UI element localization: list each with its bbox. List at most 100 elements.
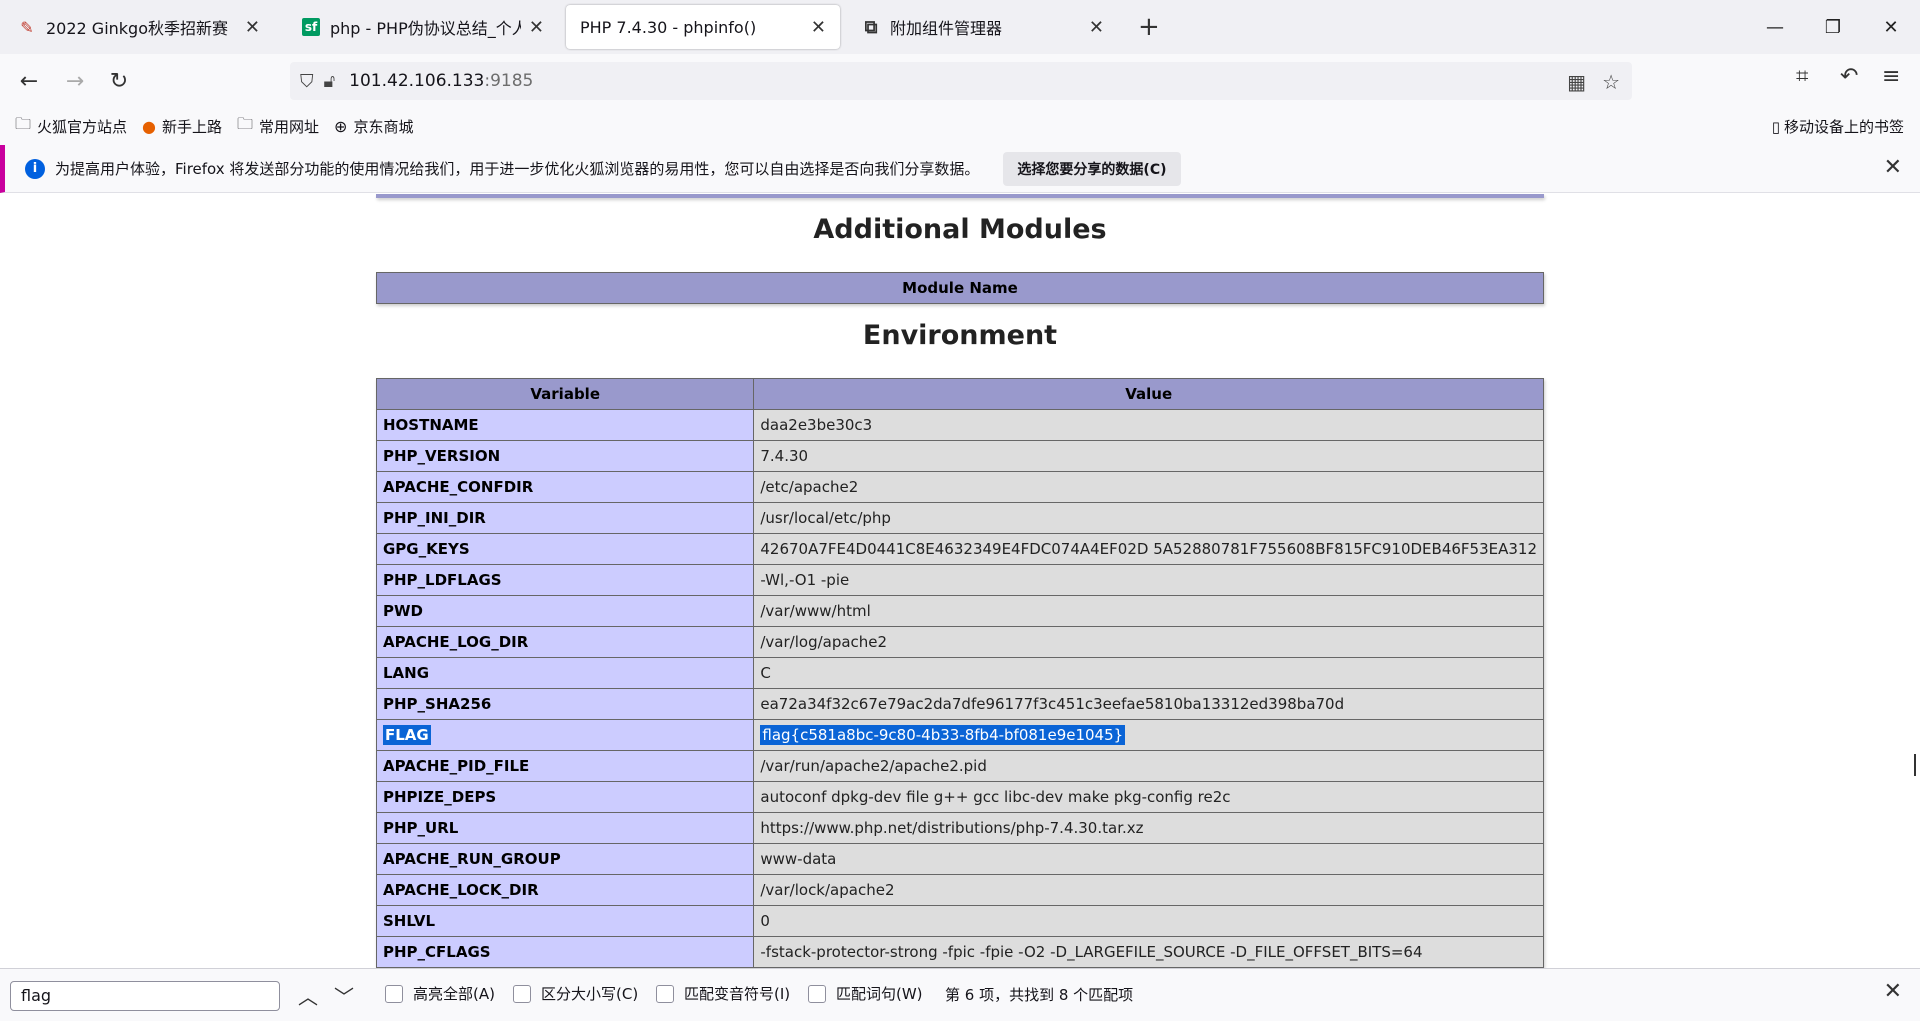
- url-host: 101.42.106.133: [349, 71, 485, 91]
- env-value: daa2e3be30c3: [753, 409, 1544, 441]
- selected-text: FLAG: [383, 725, 431, 745]
- env-variable: APACHE_PID_FILE: [375, 750, 755, 782]
- close-find-bar-icon[interactable]: ✕: [1884, 979, 1902, 1004]
- close-tab-icon[interactable]: ✕: [811, 17, 826, 38]
- close-notification-icon[interactable]: ✕: [1884, 155, 1902, 180]
- environment-table: Variable Value HOSTNAME daa2e3be30c3 PHP_V…: [375, 378, 1544, 968]
- scrollbar-indicator[interactable]: [1914, 754, 1916, 776]
- env-row: HOSTNAME daa2e3be30c3: [375, 409, 1544, 441]
- tab-title: 附加组件管理器: [890, 19, 1003, 38]
- env-value: /var/run/apache2/apache2.pid: [753, 750, 1544, 782]
- tab-php-article[interactable]: sf php - PHP伪协议总结_个人文章 ✕: [288, 5, 558, 49]
- env-variable: PHP_INI_DIR: [375, 502, 755, 534]
- bookmark-label: 京东商城: [353, 117, 414, 136]
- match-case-checkbox[interactable]: 区分大小写(C): [513, 983, 638, 1004]
- env-value: -Wl,-O1 -pie: [753, 564, 1544, 596]
- url-text[interactable]: 101.42.106.133:9185: [349, 71, 533, 91]
- bookmark-label: 火狐官方站点: [37, 117, 128, 136]
- env-variable: LANG: [375, 657, 755, 689]
- sf-icon: sf: [302, 18, 320, 36]
- qr-code-icon[interactable]: ▦: [1567, 70, 1586, 94]
- selected-text: flag{c581a8bc-9c80-4b33-8fb4-bf081e9e104…: [760, 725, 1126, 745]
- url-port: :9185: [484, 71, 534, 91]
- bookmark-jd[interactable]: ⊕ 京东商城: [334, 116, 413, 137]
- table-bottom-strip: [376, 194, 1544, 198]
- env-variable: PHP_URL: [375, 812, 755, 844]
- env-row: LANG C: [375, 657, 1544, 689]
- bookmark-star-icon[interactable]: ☆: [1602, 70, 1620, 94]
- env-value: 0: [753, 905, 1544, 937]
- shield-icon[interactable]: ⛉: [300, 71, 314, 92]
- modules-table: Module Name: [376, 272, 1544, 304]
- env-row: PHP_SHA256 ea72a34f32c67e79ac2da7dfe96177…: [375, 688, 1544, 720]
- env-row: PHP_INI_DIR/usr/local/etc/php: [375, 502, 1544, 534]
- find-previous-icon[interactable]: ︿: [298, 981, 318, 1010]
- env-row: APACHE_CONFDIR/etc/apache2: [375, 471, 1544, 503]
- find-next-icon[interactable]: ﹀: [334, 981, 354, 1010]
- tab-phpinfo[interactable]: PHP 7.4.30 - phpinfo() ✕: [566, 5, 840, 49]
- tab-ginkgo[interactable]: ✎ 2022 Ginkgo秋季招新赛 ✕: [4, 5, 274, 49]
- new-tab-icon[interactable]: +: [1138, 14, 1160, 40]
- restore-icon[interactable]: ❐: [1804, 0, 1862, 54]
- highlight-all-checkbox[interactable]: 高亮全部(A): [385, 983, 495, 1004]
- url-bar[interactable]: ⛉ 🔓︎ 101.42.106.133:9185 ▦ ☆: [290, 62, 1632, 100]
- env-row: FLAG flag{c581a8bc-9c80-4b33-8fb4-bf081e9…: [375, 719, 1544, 751]
- env-variable: PHP_LDFLAGS: [375, 564, 755, 596]
- tab-strip: ✎ 2022 Ginkgo秋季招新赛 ✕ sf php - PHP伪协议总结_个…: [0, 0, 1920, 54]
- close-tab-icon[interactable]: ✕: [245, 17, 260, 38]
- env-value: autoconf dpkg-dev file g++ gcc libc-dev …: [753, 781, 1544, 813]
- screenshot-icon[interactable]: ⌗: [1796, 64, 1808, 89]
- ginkgo-icon: ✎: [20, 17, 34, 37]
- tab-title: php - PHP伪协议总结_个人文章: [330, 19, 521, 38]
- env-value: /var/log/apache2: [753, 626, 1544, 658]
- checkbox-icon: [513, 984, 531, 1003]
- env-variable: SHLVL: [375, 905, 755, 937]
- env-value: flag{c581a8bc-9c80-4b33-8fb4-bf081e9e104…: [753, 719, 1544, 751]
- menu-icon[interactable]: ≡: [1882, 64, 1900, 89]
- variable-header: Variable: [375, 378, 755, 410]
- puzzle-icon: ⧉: [864, 16, 878, 38]
- bookmark-firefox-site[interactable]: 🗀︎ 火狐官方站点: [15, 113, 127, 140]
- close-tab-icon[interactable]: ✕: [529, 17, 544, 38]
- forward-icon[interactable]: →: [58, 64, 92, 98]
- close-window-icon[interactable]: ✕: [1862, 0, 1920, 54]
- find-input[interactable]: flag: [10, 981, 280, 1011]
- back-icon[interactable]: ←: [12, 64, 46, 98]
- env-variable: PWD: [375, 595, 755, 627]
- env-row: PHP_URL https://www.php.net/distributions…: [375, 812, 1544, 844]
- env-variable: PHP_CFLAGS: [375, 936, 755, 968]
- insecure-lock-icon[interactable]: 🔓︎: [324, 71, 336, 92]
- env-variable: GPG_KEYS: [375, 533, 755, 565]
- bookmark-label: 新手上路: [162, 117, 223, 136]
- mobile-bookmarks[interactable]: ▯ 移动设备上的书签: [1772, 116, 1904, 137]
- find-status: 第 6 项，共找到 8 个匹配项: [945, 986, 1134, 1004]
- minimize-icon[interactable]: —: [1746, 0, 1804, 54]
- checkbox-icon: [385, 984, 403, 1003]
- additional-modules-heading: Additional Modules: [813, 214, 1107, 245]
- env-variable: APACHE_LOG_DIR: [375, 626, 755, 658]
- checkbox-icon: [656, 984, 674, 1003]
- info-icon: i: [25, 158, 45, 179]
- env-variable: FLAG: [375, 719, 755, 751]
- tab-title: PHP 7.4.30 - phpinfo(): [580, 17, 757, 37]
- find-bar: flag ︿ ﹀ 高亮全部(A) 区分大小写(C) 匹配变音符号(I) 匹配词句…: [0, 968, 1920, 1021]
- notification-message: 为提高用户体验，Firefox 将发送部分功能的使用情况给我们，用于进一步优化火…: [55, 160, 980, 178]
- env-variable: APACHE_CONFDIR: [375, 471, 755, 503]
- folder-icon: 🗀︎: [237, 113, 254, 133]
- tab-title: 2022 Ginkgo秋季招新赛: [46, 19, 229, 38]
- env-value: /var/www/html: [753, 595, 1544, 627]
- tab-addons[interactable]: ⧉ 附加组件管理器 ✕: [848, 5, 1118, 49]
- bookmark-label: 常用网址: [259, 117, 320, 136]
- share-data-button[interactable]: 选择您要分享的数据(C): [1003, 151, 1181, 186]
- reload-icon[interactable]: ↻: [102, 64, 136, 98]
- match-diacritics-checkbox[interactable]: 匹配变音符号(I): [656, 983, 790, 1004]
- whole-words-checkbox[interactable]: 匹配词句(W): [808, 983, 923, 1004]
- undo-icon[interactable]: ↶: [1840, 64, 1858, 89]
- bookmark-getting-started[interactable]: ● 新手上路: [142, 116, 222, 137]
- bookmark-common-sites[interactable]: 🗀︎ 常用网址: [237, 113, 319, 140]
- mobile-icon: ▯: [1771, 117, 1780, 136]
- env-variable: PHPIZE_DEPS: [375, 781, 755, 813]
- module-name-header: Module Name: [376, 272, 1544, 304]
- close-tab-icon[interactable]: ✕: [1089, 17, 1104, 38]
- globe-icon: ⊕: [334, 116, 348, 136]
